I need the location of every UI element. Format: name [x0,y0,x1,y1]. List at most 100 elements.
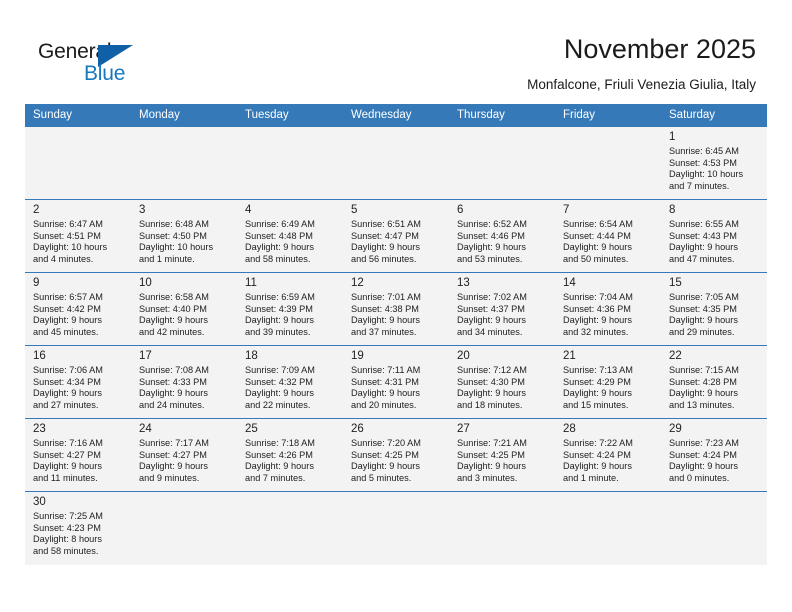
day-number: 28 [563,423,576,435]
calendar-day-cell[interactable]: 24 Sunrise: 7:17 AM Sunset: 4:27 PM Dayligh… [131,418,237,492]
calendar-day-cell[interactable]: 20 Sunrise: 7:12 AM Sunset: 4:30 PM Dayligh… [449,345,555,419]
sunrise-sunset-calendar: Sunday Monday Tuesday Wednesday Thursday… [25,104,767,565]
calendar-day-cell-empty [131,126,237,200]
day-cell-content: 19 Sunrise: 7:11 AM Sunset: 4:31 PM Dayligh… [343,346,449,418]
calendar-day-cell[interactable]: 12 Sunrise: 7:01 AM Sunset: 4:38 PM Dayligh… [343,272,449,346]
day-daylight-2-text: and 39 minutes. [245,326,311,337]
day-daylight-2-text: and 22 minutes. [245,399,311,410]
day-daylight-1-text: Daylight: 9 hours [351,388,420,399]
day-sunset-text: Sunset: 4:43 PM [669,230,737,241]
calendar-day-cell[interactable]: 30 Sunrise: 7:25 AM Sunset: 4:23 PM Dayligh… [25,491,131,565]
calendar-day-cell-empty [237,491,343,565]
day-cell-content: 4 Sunrise: 6:49 AM Sunset: 4:48 PM Daylight… [237,200,343,272]
calendar-day-cell[interactable]: 28 Sunrise: 7:22 AM Sunset: 4:24 PM Dayligh… [555,418,661,492]
calendar-day-cell-empty [131,491,237,565]
calendar-day-cell-empty [555,126,661,200]
day-sunset-text: Sunset: 4:47 PM [351,230,419,241]
day-sunset-text: Sunset: 4:38 PM [351,303,419,314]
day-daylight-1-text: Daylight: 9 hours [563,388,632,399]
day-daylight-2-text: and 58 minutes. [33,545,99,556]
day-sunset-text: Sunset: 4:35 PM [669,303,737,314]
calendar-day-cell[interactable]: 16 Sunrise: 7:06 AM Sunset: 4:34 PM Dayligh… [25,345,131,419]
calendar-day-cell[interactable]: 8 Sunrise: 6:55 AM Sunset: 4:43 PM Daylight… [661,199,767,273]
day-sunset-text: Sunset: 4:28 PM [669,376,737,387]
title-block: November 2025 Monfalcone, Friuli Venezia… [527,32,756,95]
calendar-day-cell[interactable]: 23 Sunrise: 7:16 AM Sunset: 4:27 PM Dayligh… [25,418,131,492]
calendar-day-cell[interactable]: 14 Sunrise: 7:04 AM Sunset: 4:36 PM Dayligh… [555,272,661,346]
day-cell-content: 16 Sunrise: 7:06 AM Sunset: 4:34 PM Dayligh… [25,346,131,418]
day-number: 3 [139,204,146,216]
calendar-day-cell[interactable]: 21 Sunrise: 7:13 AM Sunset: 4:29 PM Dayligh… [555,345,661,419]
calendar-day-cell[interactable]: 22 Sunrise: 7:15 AM Sunset: 4:28 PM Dayligh… [661,345,767,419]
day-sunset-text: Sunset: 4:27 PM [33,449,101,460]
calendar-day-cell[interactable]: 2 Sunrise: 6:47 AM Sunset: 4:51 PM Daylight… [25,199,131,273]
calendar-day-cell-empty [343,126,449,200]
calendar-day-cell[interactable]: 10 Sunrise: 6:58 AM Sunset: 4:40 PM Dayligh… [131,272,237,346]
day-daylight-1-text: Daylight: 9 hours [245,388,314,399]
day-cell-content [343,492,449,565]
day-daylight-1-text: Daylight: 9 hours [351,461,420,472]
day-sunrise-text: Sunrise: 7:16 AM [33,438,103,448]
day-number: 22 [669,350,682,362]
calendar-day-cell[interactable]: 7 Sunrise: 6:54 AM Sunset: 4:44 PM Daylight… [555,199,661,273]
day-daylight-1-text: Daylight: 9 hours [139,315,208,326]
day-daylight-2-text: and 7 minutes. [245,472,306,483]
calendar-day-cell[interactable]: 26 Sunrise: 7:20 AM Sunset: 4:25 PM Dayligh… [343,418,449,492]
calendar-day-cell[interactable]: 9 Sunrise: 6:57 AM Sunset: 4:42 PM Daylight… [25,272,131,346]
day-daylight-1-text: Daylight: 9 hours [351,242,420,253]
day-daylight-2-text: and 56 minutes. [351,253,417,264]
day-cell-content: 2 Sunrise: 6:47 AM Sunset: 4:51 PM Daylight… [25,200,131,272]
calendar-day-cell[interactable]: 18 Sunrise: 7:09 AM Sunset: 4:32 PM Dayligh… [237,345,343,419]
calendar-day-cell[interactable]: 6 Sunrise: 6:52 AM Sunset: 4:46 PM Daylight… [449,199,555,273]
calendar-day-cell[interactable]: 13 Sunrise: 7:02 AM Sunset: 4:37 PM Dayligh… [449,272,555,346]
day-number: 27 [457,423,470,435]
day-sunset-text: Sunset: 4:53 PM [669,157,737,168]
day-daylight-1-text: Daylight: 9 hours [351,315,420,326]
day-sunrise-text: Sunrise: 7:20 AM [351,438,421,448]
day-sunset-text: Sunset: 4:31 PM [351,376,419,387]
day-cell-content [555,127,661,199]
weekday-header-thursday: Thursday [449,104,555,127]
day-sunset-text: Sunset: 4:50 PM [139,230,207,241]
day-cell-content: 28 Sunrise: 7:22 AM Sunset: 4:24 PM Dayligh… [555,419,661,491]
calendar-day-cell[interactable]: 27 Sunrise: 7:21 AM Sunset: 4:25 PM Dayligh… [449,418,555,492]
day-sunset-text: Sunset: 4:48 PM [245,230,313,241]
calendar-day-cell[interactable]: 3 Sunrise: 6:48 AM Sunset: 4:50 PM Daylight… [131,199,237,273]
day-cell-content: 10 Sunrise: 6:58 AM Sunset: 4:40 PM Dayligh… [131,273,237,345]
day-number: 8 [669,204,676,216]
day-daylight-2-text: and 20 minutes. [351,399,417,410]
day-daylight-1-text: Daylight: 9 hours [139,461,208,472]
day-sunrise-text: Sunrise: 7:25 AM [33,511,103,521]
day-daylight-2-text: and 13 minutes. [669,399,735,410]
day-sunrise-text: Sunrise: 7:02 AM [457,292,527,302]
weekday-header-tuesday: Tuesday [237,104,343,127]
day-number: 11 [245,277,257,289]
calendar-day-cell[interactable]: 29 Sunrise: 7:23 AM Sunset: 4:24 PM Dayligh… [661,418,767,492]
day-sunset-text: Sunset: 4:30 PM [457,376,525,387]
day-sunrise-text: Sunrise: 6:51 AM [351,219,421,229]
calendar-day-cell[interactable]: 1 Sunrise: 6:45 AM Sunset: 4:53 PM Daylight… [661,126,767,200]
calendar-day-cell[interactable]: 17 Sunrise: 7:08 AM Sunset: 4:33 PM Dayligh… [131,345,237,419]
day-daylight-2-text: and 9 minutes. [139,472,200,483]
day-sunrise-text: Sunrise: 7:15 AM [669,365,739,375]
day-cell-content: 26 Sunrise: 7:20 AM Sunset: 4:25 PM Dayligh… [343,419,449,491]
day-daylight-2-text: and 15 minutes. [563,399,629,410]
calendar-day-cell[interactable]: 4 Sunrise: 6:49 AM Sunset: 4:48 PM Daylight… [237,199,343,273]
day-daylight-2-text: and 42 minutes. [139,326,205,337]
calendar-day-cell[interactable]: 15 Sunrise: 7:05 AM Sunset: 4:35 PM Dayligh… [661,272,767,346]
day-daylight-2-text: and 1 minute. [139,253,195,264]
calendar-day-cell[interactable]: 19 Sunrise: 7:11 AM Sunset: 4:31 PM Dayligh… [343,345,449,419]
day-number: 30 [33,496,46,508]
day-sunset-text: Sunset: 4:42 PM [33,303,101,314]
day-number: 24 [139,423,152,435]
day-sunrise-text: Sunrise: 6:59 AM [245,292,315,302]
day-sunset-text: Sunset: 4:23 PM [33,522,101,533]
calendar-day-cell[interactable]: 5 Sunrise: 6:51 AM Sunset: 4:47 PM Daylight… [343,199,449,273]
day-number: 16 [33,350,46,362]
day-daylight-1-text: Daylight: 9 hours [457,388,526,399]
calendar-day-cell-empty [661,491,767,565]
calendar-body: 1 Sunrise: 6:45 AM Sunset: 4:53 PM Daylight… [25,126,767,565]
calendar-day-cell[interactable]: 25 Sunrise: 7:18 AM Sunset: 4:26 PM Dayligh… [237,418,343,492]
calendar-day-cell[interactable]: 11 Sunrise: 6:59 AM Sunset: 4:39 PM Dayligh… [237,272,343,346]
day-daylight-1-text: Daylight: 9 hours [33,388,102,399]
